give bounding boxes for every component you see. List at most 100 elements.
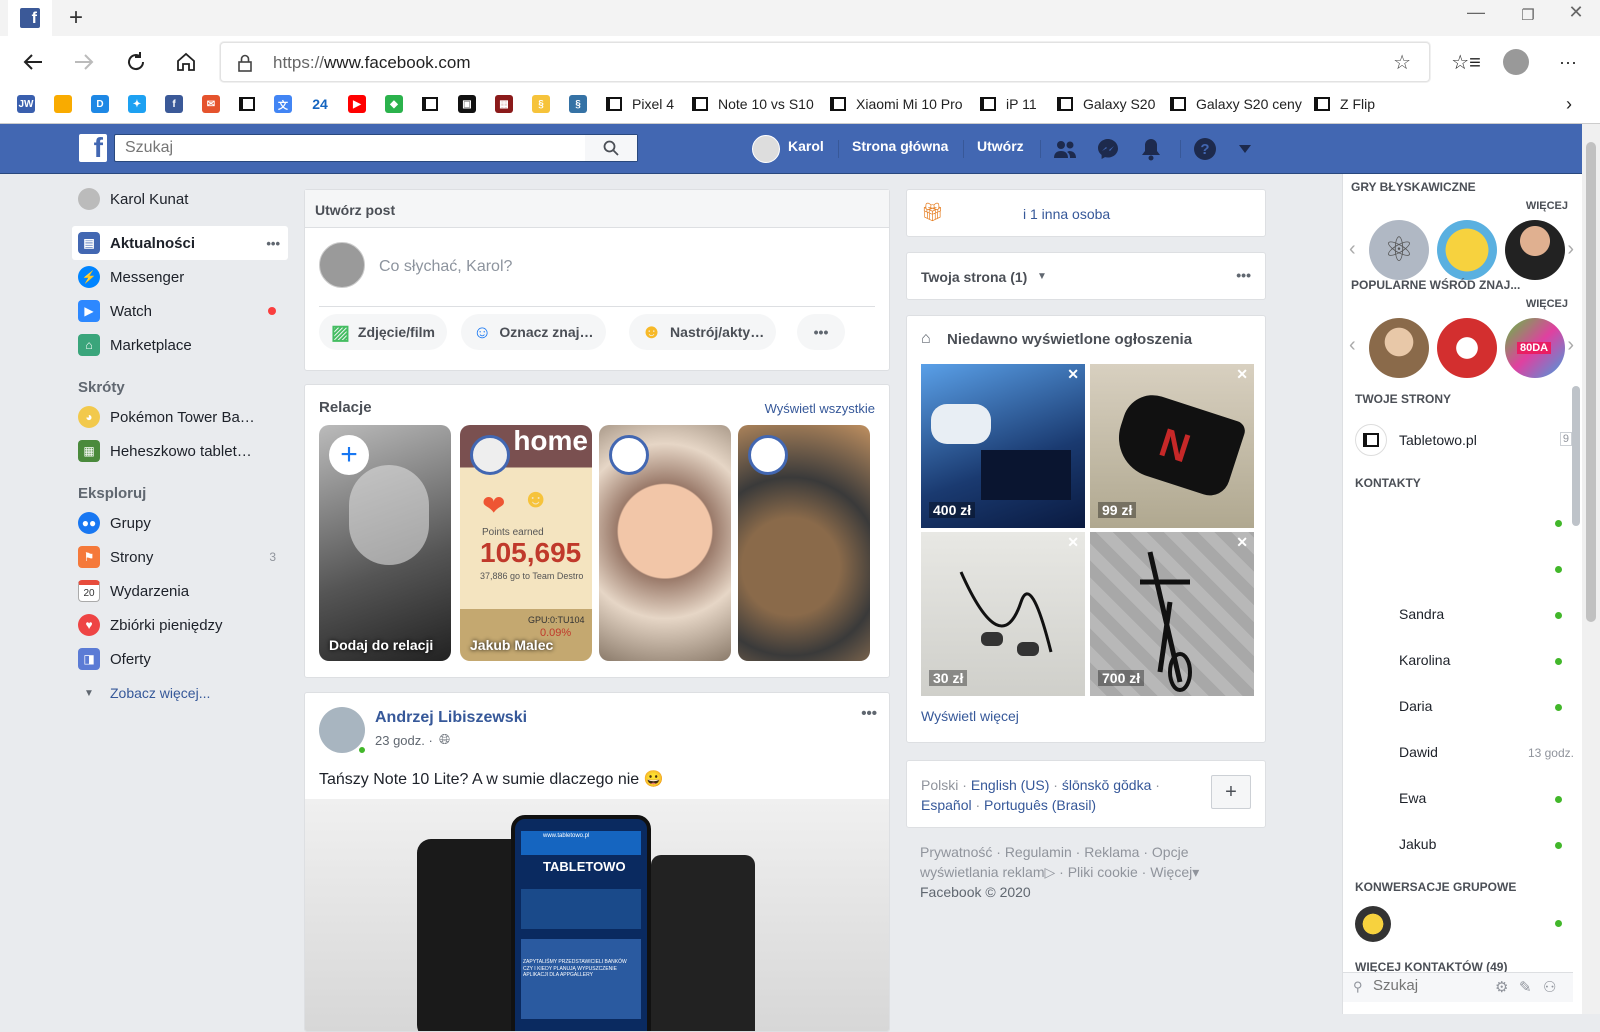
footer-link[interactable]: Więcej [1150, 864, 1192, 880]
game-atom[interactable]: ⚛ [1369, 220, 1429, 280]
language-link[interactable]: Português (Brasil) [984, 797, 1096, 813]
post-image[interactable]: www.tabletowo.pl TABLETOWO ZAPYTALIŚMY P… [305, 799, 889, 1031]
left-nav-shortcut-pokemon[interactable]: ◕ Pokémon Tower Ba… [72, 400, 288, 434]
popular-more-link[interactable]: WIĘCEJ [1526, 298, 1568, 310]
story-4[interactable] [738, 425, 870, 661]
user-avatar[interactable] [752, 135, 780, 163]
birthday-card[interactable]: 🎁︎ i 1 inna osoba [906, 189, 1266, 237]
account-dropdown-icon[interactable] [1232, 136, 1258, 162]
facebook-logo-icon[interactable]: f [79, 134, 107, 162]
contact-name[interactable]: Ewa [1399, 790, 1426, 806]
page-name[interactable]: Tabletowo.pl [1399, 432, 1477, 448]
footer-link[interactable]: Pliki cookie [1068, 864, 1138, 880]
left-nav-see-more[interactable]: ▼ Zobacz więcej... [72, 676, 288, 710]
friend-requests-icon[interactable] [1052, 136, 1078, 162]
close-icon[interactable]: ✕ [1236, 366, 1248, 383]
contact-name[interactable]: Karolina [1399, 652, 1450, 668]
bookmark-feedly[interactable]: ◆ [385, 92, 411, 116]
left-nav-offers[interactable]: ◨ Oferty [72, 642, 288, 676]
new-tab-button[interactable]: + [62, 4, 90, 32]
bookmark-s20-ceny[interactable]: Galaxy S20 ceny [1170, 92, 1302, 116]
bookmark-app-1[interactable]: ▣ [458, 92, 484, 116]
bookmark-analytics[interactable] [54, 92, 80, 116]
bookmark-mail[interactable]: ✉ [202, 92, 228, 116]
news-feed-options-button[interactable]: ••• [266, 236, 280, 251]
chevron-down-icon[interactable]: ▼ [1037, 271, 1047, 282]
left-nav-marketplace[interactable]: ⌂ Marketplace [72, 328, 288, 362]
tag-friends-button[interactable]: ☺ Oznacz znaj… [461, 314, 606, 350]
story-3[interactable] [599, 425, 731, 661]
bookmark-app-2[interactable]: ▦ [495, 92, 521, 116]
bookmark-pixel4[interactable]: Pixel 4 [606, 92, 674, 116]
left-nav-messenger[interactable]: ⚡ Messenger [72, 260, 288, 294]
popular-game-2[interactable] [1437, 318, 1497, 378]
contact-name[interactable]: Sandra [1399, 606, 1444, 622]
address-bar[interactable]: https://www.facebook.com ☆ [220, 42, 1430, 82]
bookmark-zflip[interactable]: Z Flip [1314, 92, 1375, 116]
bookmark-python-1[interactable]: § [532, 92, 558, 116]
restore-button[interactable]: ❐ [1508, 6, 1548, 24]
bookmark-youtube[interactable]: ▶ [348, 92, 374, 116]
tabletowo-page-icon[interactable] [1355, 424, 1387, 456]
feeling-activity-button[interactable]: ☻ Nastrój/akty… [629, 314, 777, 350]
nav-profile-link[interactable]: Karol [788, 138, 824, 154]
left-nav-fundraisers[interactable]: ♥ Zbiórki pieniędzy [72, 608, 288, 642]
game-logo-quiz[interactable] [1505, 220, 1565, 280]
footer-link[interactable]: Reklama [1084, 844, 1139, 860]
bookmark-ip11[interactable]: iP 11 [980, 92, 1037, 116]
ad-item[interactable]: ✕ 30 zł [921, 532, 1085, 696]
left-nav-profile[interactable]: Karol Kunat [72, 182, 288, 216]
bookmark-translate[interactable]: 文 [274, 92, 300, 116]
bookmark-tabletowo-1[interactable] [239, 92, 265, 116]
popular-game-1[interactable] [1369, 318, 1429, 378]
view-all-stories-link[interactable]: Wyświetl wszystkie [765, 401, 875, 416]
home-button[interactable] [170, 46, 202, 78]
birthday-text[interactable]: i 1 inna osoba [1023, 206, 1110, 222]
tab-facebook[interactable]: f [8, 0, 52, 36]
composer-input[interactable]: Co słychać, Karol? [379, 258, 512, 276]
bookmark-tabletowo-2[interactable] [422, 92, 448, 116]
left-nav-news-feed[interactable]: ▤ Aktualności ••• [72, 226, 288, 260]
fb-search-input[interactable] [115, 135, 585, 161]
ad-item[interactable]: N ✕ 99 zł [1090, 364, 1254, 528]
help-icon[interactable]: ? [1192, 136, 1218, 162]
settings-menu-button[interactable]: ··· [1552, 46, 1584, 78]
favorites-button[interactable]: ☆≡ [1450, 46, 1482, 78]
photo-video-button[interactable]: ▨ Zdjęcie/film [319, 314, 447, 350]
post-options-button[interactable]: ••• [861, 705, 877, 722]
post-timestamp[interactable]: 23 godz. · [375, 733, 433, 748]
create-group-icon[interactable]: ⚇ [1543, 978, 1556, 996]
story-add[interactable]: + Dodaj do relacji [319, 425, 451, 661]
chevron-left-icon[interactable]: ‹ [1349, 334, 1356, 357]
minimize-button[interactable]: — [1456, 2, 1496, 23]
bookmark-note10[interactable]: Note 10 vs S10 [692, 92, 814, 116]
page-scrollbar[interactable] [1582, 124, 1600, 1014]
close-window-button[interactable]: ✕ [1556, 2, 1596, 23]
profile-button[interactable] [1500, 46, 1532, 78]
contact-name[interactable]: Dawid [1399, 744, 1438, 760]
bookmark-python-2[interactable]: § [569, 92, 595, 116]
bookmark-mi10[interactable]: Xiaomi Mi 10 Pro [830, 92, 963, 116]
close-icon[interactable]: ✕ [1067, 534, 1079, 551]
language-link[interactable]: Español [921, 797, 972, 813]
back-button[interactable] [17, 46, 49, 78]
bookmarks-overflow-chevron-icon[interactable]: › [1566, 92, 1572, 116]
left-nav-events[interactable]: 20 Wydarzenia [72, 574, 288, 608]
language-link[interactable]: ślōnskŏ gŏdka [1062, 777, 1152, 793]
footer-link[interactable]: Prywatność [920, 844, 992, 860]
close-icon[interactable]: ✕ [1067, 366, 1079, 383]
post-author-name[interactable]: Andrzej Libiszewski [375, 709, 527, 727]
chevron-right-icon[interactable]: › [1567, 334, 1574, 357]
story-jakub[interactable]: home ❤ ☻ Points earned 105,695 37,886 go… [460, 425, 592, 661]
messenger-icon[interactable] [1095, 136, 1121, 162]
left-nav-groups[interactable]: ●● Grupy [72, 506, 288, 540]
more-actions-button[interactable]: ••• [797, 314, 845, 350]
chevron-left-icon[interactable]: ‹ [1349, 238, 1356, 261]
new-message-icon[interactable]: ✎ [1519, 978, 1532, 996]
your-page-title[interactable]: Twoja strona (1) [921, 269, 1027, 285]
popular-game-3[interactable]: 80DA [1505, 318, 1565, 378]
fb-search-button[interactable] [585, 135, 637, 161]
footer-link[interactable]: Regulamin [1005, 844, 1072, 860]
bookmark-jw[interactable]: JW [17, 92, 43, 116]
ad-item[interactable]: ✕ 400 zł [921, 364, 1085, 528]
